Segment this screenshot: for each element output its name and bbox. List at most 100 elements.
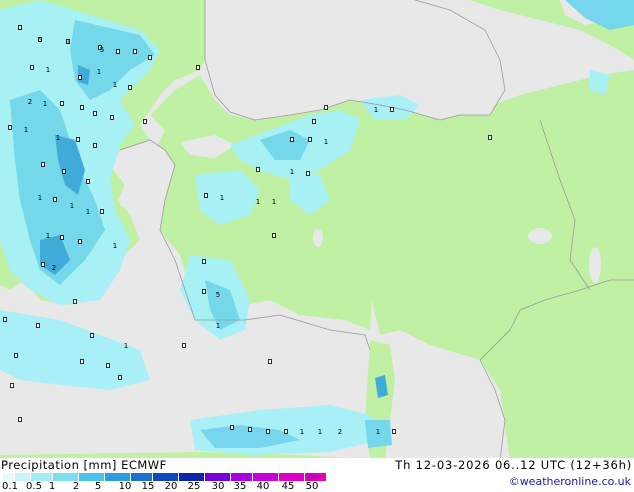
scale-swatch <box>3 473 15 481</box>
value-point-zero <box>488 135 492 140</box>
value-point-label: 1 <box>374 106 378 114</box>
value-point-label: 1 <box>124 342 128 350</box>
value-point-zero <box>118 375 122 380</box>
value-point-label: 1 <box>97 68 101 76</box>
scale-label: 1 <box>48 481 56 492</box>
scale-swatch <box>253 473 279 481</box>
value-point-zero <box>86 179 90 184</box>
value-point-zero <box>116 49 120 54</box>
value-point-zero <box>272 233 276 238</box>
value-point-zero <box>133 49 137 54</box>
value-point-zero <box>62 169 66 174</box>
value-point-zero <box>53 197 57 202</box>
legend-footer: Precipitation [mm] ECMWF Th 12-03-2026 0… <box>0 458 634 492</box>
value-point-zero <box>306 171 310 176</box>
value-point-label: 2 <box>338 428 342 436</box>
value-point-zero <box>266 429 270 434</box>
value-point-zero <box>14 353 18 358</box>
scale-arrow-icon <box>307 473 325 481</box>
value-point-label: 1 <box>376 428 380 436</box>
value-point-zero <box>106 363 110 368</box>
lake-east-1 <box>528 228 552 244</box>
scale-swatch <box>279 473 305 481</box>
precipitation-map: 5 1 1 1 2 1 1 1 1 1 1 1 1 2 1 1 1 5 1 1 1 1 1 1 1 2 1 5 1 <box>0 0 634 460</box>
value-point-zero <box>60 101 64 106</box>
value-point-label: 5 <box>100 46 104 54</box>
value-point-label: 1 <box>24 126 28 134</box>
value-point-label: 1 <box>216 322 220 330</box>
value-point-zero <box>18 25 22 30</box>
scale-swatch <box>205 473 231 481</box>
value-point-zero <box>204 193 208 198</box>
value-point-zero <box>268 359 272 364</box>
scale-swatch <box>153 473 179 481</box>
value-point-label: 5 <box>216 291 220 299</box>
map-canvas: 5 1 1 1 2 1 1 1 1 1 1 1 1 2 1 1 1 5 1 1 1 1 1 1 1 2 1 5 1 <box>0 0 634 460</box>
color-scale-labels: 0.1 0.5 1 2 5 10 15 20 25 30 35 40 45 50 <box>0 482 330 492</box>
value-point-zero <box>110 115 114 120</box>
scale-label: 15 <box>141 481 155 492</box>
value-point-zero <box>73 299 77 304</box>
value-point-zero <box>80 105 84 110</box>
value-point-zero <box>148 55 152 60</box>
scale-label: 45 <box>281 481 295 492</box>
value-point-label: 2 <box>52 264 56 272</box>
value-point-zero <box>93 143 97 148</box>
scale-swatch <box>79 473 105 481</box>
value-point-zero <box>182 343 186 348</box>
lake-central <box>313 229 323 247</box>
value-point-zero <box>202 289 206 294</box>
value-point-label: 1 <box>38 194 42 202</box>
value-point-zero <box>30 65 34 70</box>
scale-label: 40 <box>256 481 270 492</box>
scale-swatch <box>31 473 53 481</box>
scale-swatch <box>131 473 153 481</box>
scale-label: 25 <box>187 481 201 492</box>
value-point-zero <box>390 107 394 112</box>
valid-time: Th 12-03-2026 06..12 UTC (12+36h) <box>395 458 632 472</box>
scale-label: 5 <box>94 481 102 492</box>
value-point-zero <box>41 262 45 267</box>
scale-label: 2 <box>72 481 80 492</box>
value-point-label: 1 <box>86 208 90 216</box>
value-point-zero <box>60 235 64 240</box>
value-point-label: 1 <box>46 66 50 74</box>
value-point-label: 1 <box>272 198 276 206</box>
credit-text: ©weatheronline.co.uk <box>508 475 631 488</box>
value-point-zero <box>248 427 252 432</box>
value-point-zero <box>392 429 396 434</box>
scale-swatch <box>105 473 131 481</box>
value-point-label: 1 <box>113 81 117 89</box>
value-point-zero <box>284 429 288 434</box>
value-point-label: 1 <box>318 428 322 436</box>
scale-label: 10 <box>118 481 132 492</box>
map-title: Precipitation [mm] ECMWF <box>1 458 167 472</box>
value-point-zero <box>78 75 82 80</box>
color-scale-bar <box>3 473 327 481</box>
scale-swatch <box>231 473 253 481</box>
value-point-label: 1 <box>70 202 74 210</box>
value-point-label: 1 <box>113 242 117 250</box>
value-point-label: 1 <box>290 168 294 176</box>
scale-label: 30 <box>211 481 225 492</box>
value-point-zero <box>312 119 316 124</box>
scale-label: 0.1 <box>2 481 18 492</box>
value-point-zero <box>10 383 14 388</box>
value-point-zero <box>18 417 22 422</box>
scale-swatch <box>179 473 205 481</box>
value-point-zero <box>41 162 45 167</box>
value-point-zero <box>230 425 234 430</box>
value-point-zero <box>324 105 328 110</box>
value-point-zero <box>290 137 294 142</box>
value-point-label: 1 <box>256 198 260 206</box>
value-point-label: 1 <box>66 38 70 46</box>
scale-label: 20 <box>164 481 178 492</box>
value-point-zero <box>78 239 82 244</box>
value-point-label: 1 <box>324 138 328 146</box>
value-point-zero <box>196 65 200 70</box>
value-point-label: 1 <box>220 194 224 202</box>
value-point-zero <box>100 209 104 214</box>
value-point-zero <box>256 167 260 172</box>
value-point-label: 1 <box>43 100 47 108</box>
scale-swatch <box>15 473 31 481</box>
